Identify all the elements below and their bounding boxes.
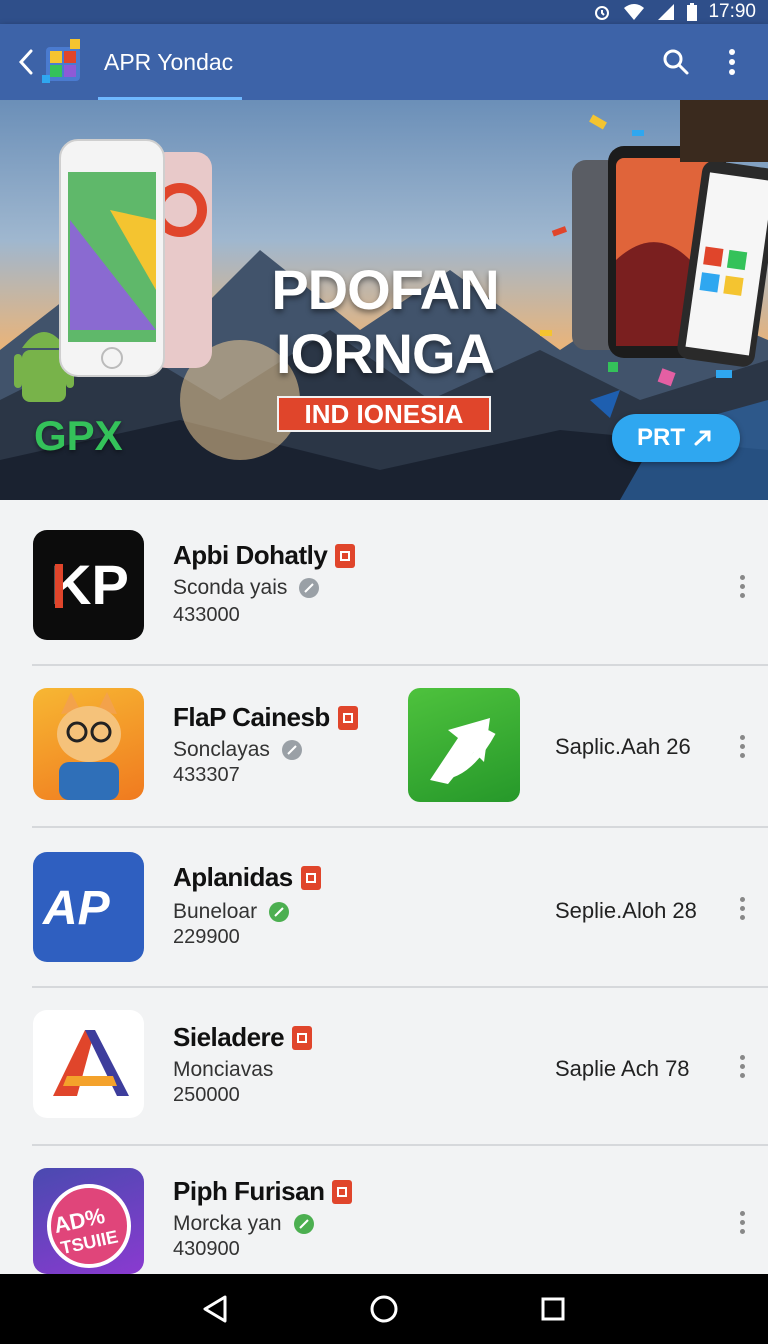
app-count: 250000 [173, 1084, 240, 1106]
app-meta: Saplie Ach 78 [555, 1056, 690, 1081]
banner-cta-label: PRT [637, 424, 685, 451]
app-meta: Seplie.Aloh 28 [555, 898, 697, 923]
list-item[interactable]: KP Apbi Dohatly Sconda yais 433000 [0, 500, 768, 666]
search-button[interactable] [648, 34, 704, 90]
list-item[interactable]: Sieladere Monciavas 250000 Saplie Ach 78 [0, 988, 768, 1146]
ad-sticker-icon: AD% TSUIIE [33, 1168, 144, 1274]
verified-badge-icon [332, 1179, 353, 1204]
leaf-icon [293, 1214, 314, 1234]
list-item[interactable]: AP Aplanidas Buneloar 229900 Seplie.Aloh… [0, 828, 768, 988]
verified-badge-icon [337, 705, 358, 730]
item-more-button[interactable] [730, 888, 754, 928]
app-title: APR Yondac [104, 48, 234, 75]
square-recents-icon [541, 1297, 565, 1321]
triangle-back-icon [203, 1295, 227, 1323]
ap-logo-icon: AP [33, 852, 144, 962]
app-name: FlaP Cainesb [173, 702, 358, 733]
kp-logo-icon: KP [33, 530, 144, 640]
share-arrow-icon[interactable] [408, 688, 520, 802]
item-more-button[interactable] [730, 566, 754, 606]
banner-brand: GPX [34, 412, 123, 459]
banner-cta-button[interactable]: PRT [612, 414, 740, 462]
app-list: KP Apbi Dohatly Sconda yais 433000 FlaP … [0, 500, 768, 1274]
leaf-icon [269, 902, 290, 922]
list-item[interactable]: AD% TSUIIE Piph Furisan Morcka yan 43090… [0, 1146, 768, 1274]
app-logo-icon [42, 37, 86, 87]
item-more-button[interactable] [730, 726, 754, 766]
wifi-icon [622, 2, 646, 22]
app-count: 433307 [173, 764, 240, 786]
app-meta: Saplic.Aah 26 [555, 734, 691, 759]
app-name: Sieladere [173, 1022, 313, 1053]
app-subtitle: Sonclayas [173, 738, 302, 762]
app-count: 430900 [173, 1238, 240, 1260]
verified-badge-icon [292, 1025, 313, 1050]
banner-title: PDOFAN IORNGA [240, 258, 530, 386]
banner-title-line1: PDOFAN [271, 258, 499, 321]
item-more-button[interactable] [730, 1046, 754, 1086]
list-item[interactable]: FlaP Cainesb Sonclayas 433307 Saplic.Aah… [0, 666, 768, 828]
verified-badge-icon [335, 543, 356, 568]
app-name: Aplanidas [173, 862, 321, 893]
signal-icon [656, 2, 676, 22]
svg-text:AP: AP [42, 882, 111, 935]
app-name: Piph Furisan [173, 1176, 353, 1207]
overflow-menu-button[interactable] [704, 34, 760, 90]
back-button[interactable] [12, 24, 40, 100]
arrow-right-icon [694, 430, 711, 446]
item-more-button[interactable] [730, 1202, 754, 1242]
leaf-icon [281, 740, 302, 760]
app-subtitle: Sconda yais [173, 576, 320, 600]
more-vertical-icon [729, 49, 735, 75]
search-icon [663, 49, 689, 75]
verified-badge-icon [300, 865, 321, 890]
alarm-icon [592, 2, 612, 22]
banner-tag: IND IONESIA [277, 396, 491, 432]
cat-mascot-icon [33, 688, 144, 800]
a-triangle-logo-icon [33, 1010, 144, 1118]
app-subtitle: Morcka yan [173, 1212, 314, 1236]
banner-title-line2: IORNGA [276, 322, 495, 385]
app-count: 433000 [173, 604, 240, 626]
circle-home-icon [370, 1295, 398, 1323]
status-bar: 17:90 [0, 0, 768, 24]
system-nav-bar [0, 1274, 768, 1344]
back-arrow-icon [18, 49, 33, 75]
leaf-icon [299, 578, 320, 598]
nav-home-button[interactable] [354, 1279, 414, 1339]
app-bar: APR Yondac [0, 24, 768, 100]
nav-back-button[interactable] [185, 1279, 245, 1339]
app-subtitle: Monciavas [173, 1058, 274, 1081]
app-subtitle: Buneloar [173, 900, 290, 924]
nav-recents-button[interactable] [523, 1279, 583, 1339]
status-time: 17:90 [708, 1, 756, 22]
app-name: Apbi Dohatly [173, 540, 356, 571]
app-count: 229900 [173, 926, 240, 948]
battery-icon [686, 2, 698, 22]
